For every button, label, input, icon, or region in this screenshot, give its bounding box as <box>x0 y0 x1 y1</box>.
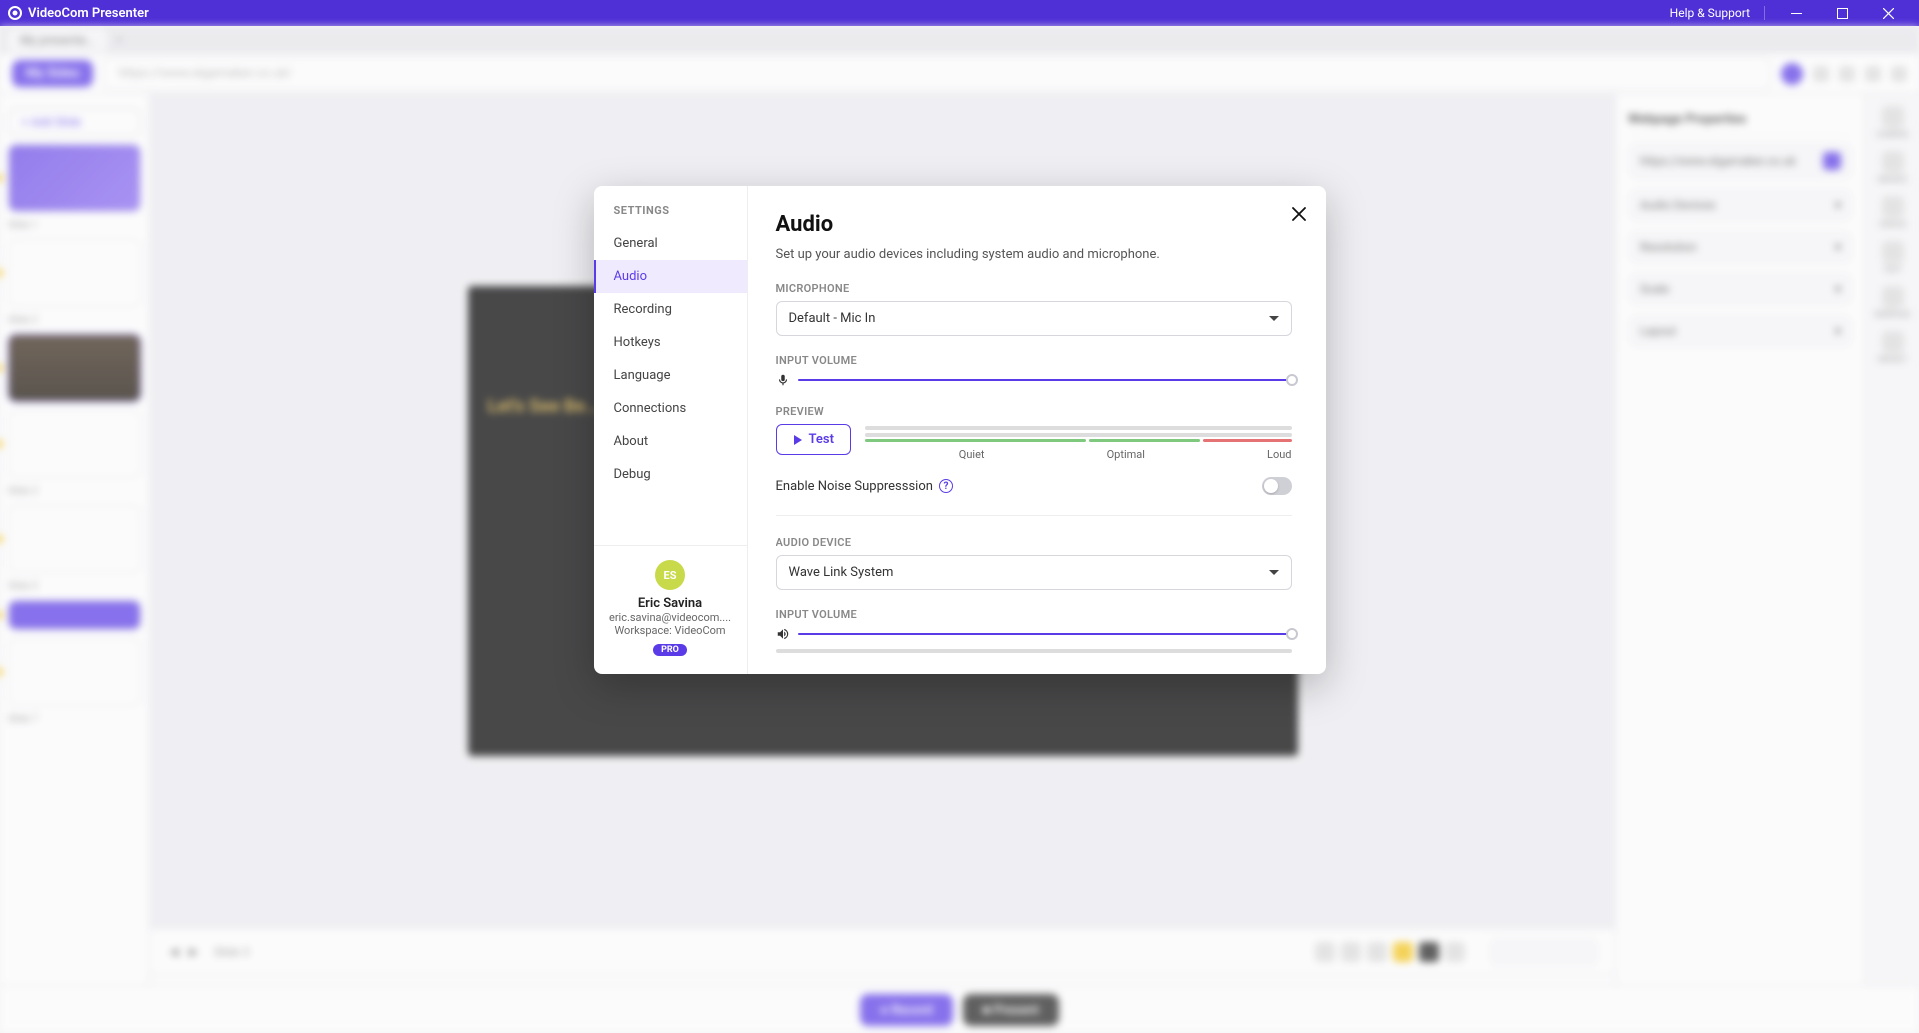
titlebar: VideoCom Presenter Help & Support <box>0 0 1919 26</box>
audio-device-label: AUDIO DEVICE <box>776 536 1292 549</box>
test-button-label: Test <box>809 432 834 447</box>
close-button[interactable] <box>1292 202 1306 226</box>
window-minimize-button[interactable] <box>1773 0 1819 26</box>
window-close-button[interactable] <box>1865 0 1911 26</box>
noise-suppression-label: Enable Noise Suppresssion <box>776 479 933 494</box>
sidebar-item-connections[interactable]: Connections <box>594 392 747 425</box>
microphone-icon <box>776 373 790 387</box>
meter-optimal: Optimal <box>1107 448 1145 461</box>
app-logo-icon <box>8 6 22 20</box>
settings-modal: SETTINGS General Audio Recording Hotkeys… <box>594 186 1326 674</box>
input-volume-row <box>776 373 1292 387</box>
test-button[interactable]: Test <box>776 424 851 455</box>
titlebar-right: Help & Support <box>1656 0 1911 26</box>
speaker-icon <box>776 627 790 641</box>
user-email: eric.savina@videocom.... <box>604 611 737 624</box>
user-workspace: Workspace: VideoCom <box>604 624 737 637</box>
input-volume-label-2: INPUT VOLUME <box>776 608 1292 621</box>
help-support-link[interactable]: Help & Support <box>1656 6 1765 20</box>
sidebar-item-about[interactable]: About <box>594 425 747 458</box>
titlebar-left: VideoCom Presenter <box>8 6 149 21</box>
pro-badge: PRO <box>653 644 687 656</box>
slider-thumb[interactable] <box>1286 628 1298 640</box>
sidebar-item-general[interactable]: General <box>594 227 747 260</box>
audio-device-select[interactable]: Wave Link System <box>776 555 1292 590</box>
user-avatar: ES <box>655 560 685 590</box>
device-volume-slider[interactable] <box>798 633 1292 635</box>
help-icon[interactable]: ? <box>939 479 953 493</box>
window-maximize-button[interactable] <box>1819 0 1865 26</box>
level-meter: Quiet Optimal Loud <box>865 424 1292 461</box>
sidebar-item-hotkeys[interactable]: Hotkeys <box>594 326 747 359</box>
mic-volume-slider[interactable] <box>798 379 1292 381</box>
audio-device-select-value: Wave Link System <box>789 565 894 580</box>
preview-row: Test Quiet <box>776 424 1292 461</box>
settings-heading: SETTINGS <box>594 186 747 227</box>
sidebar-item-debug[interactable]: Debug <box>594 458 747 491</box>
noise-suppression-row: Enable Noise Suppresssion ? <box>776 477 1292 516</box>
app-name: VideoCom Presenter <box>28 6 149 21</box>
meter-loud: Loud <box>1267 448 1291 461</box>
microphone-select-value: Default - Mic In <box>789 311 876 326</box>
chevron-down-icon <box>1269 316 1279 321</box>
noise-suppression-toggle[interactable] <box>1262 477 1292 495</box>
meter-quiet: Quiet <box>959 448 985 461</box>
play-icon <box>793 435 803 445</box>
settings-sidebar: SETTINGS General Audio Recording Hotkeys… <box>594 186 748 674</box>
microphone-select[interactable]: Default - Mic In <box>776 301 1292 336</box>
sidebar-item-language[interactable]: Language <box>594 359 747 392</box>
modal-overlay: SETTINGS General Audio Recording Hotkeys… <box>0 26 1919 1033</box>
chevron-down-icon <box>1269 570 1279 575</box>
sidebar-user-footer: ES Eric Savina eric.savina@videocom.... … <box>594 545 747 674</box>
device-level-meter <box>776 649 1292 654</box>
microphone-label: MICROPHONE <box>776 282 1292 295</box>
page-subtitle: Set up your audio devices including syst… <box>776 247 1298 262</box>
close-icon <box>1292 207 1306 221</box>
slider-thumb[interactable] <box>1286 374 1298 386</box>
page-title: Audio <box>776 212 1298 237</box>
sidebar-item-audio[interactable]: Audio <box>594 260 747 293</box>
input-volume-label: INPUT VOLUME <box>776 354 1292 367</box>
settings-content: Audio Set up your audio devices includin… <box>748 186 1326 674</box>
sidebar-item-recording[interactable]: Recording <box>594 293 747 326</box>
settings-scroll[interactable]: MICROPHONE Default - Mic In INPUT VOLUME… <box>776 282 1298 654</box>
device-volume-row <box>776 627 1292 641</box>
user-name: Eric Savina <box>604 596 737 611</box>
preview-label: PREVIEW <box>776 405 1292 418</box>
